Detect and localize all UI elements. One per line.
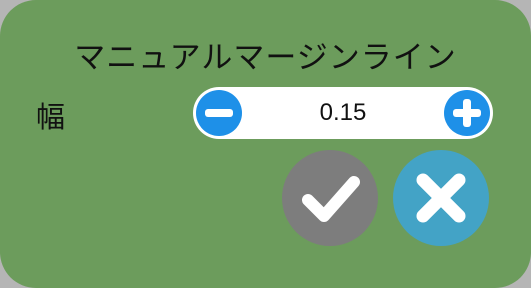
width-value[interactable]: 0.15 bbox=[245, 87, 441, 139]
width-label: 幅 bbox=[36, 100, 66, 134]
close-icon bbox=[416, 173, 466, 223]
dialog-title: マニュアルマージンライン bbox=[74, 40, 457, 76]
checkmark-icon bbox=[302, 176, 360, 222]
minus-icon bbox=[205, 109, 233, 117]
width-stepper: 0.15 bbox=[193, 87, 493, 139]
cancel-button[interactable] bbox=[393, 150, 489, 246]
confirm-button[interactable] bbox=[282, 150, 378, 246]
manual-margin-line-dialog: マニュアルマージンライン 幅 0.15 bbox=[0, 0, 531, 288]
increment-button[interactable] bbox=[444, 90, 490, 136]
decrement-button[interactable] bbox=[196, 90, 242, 136]
